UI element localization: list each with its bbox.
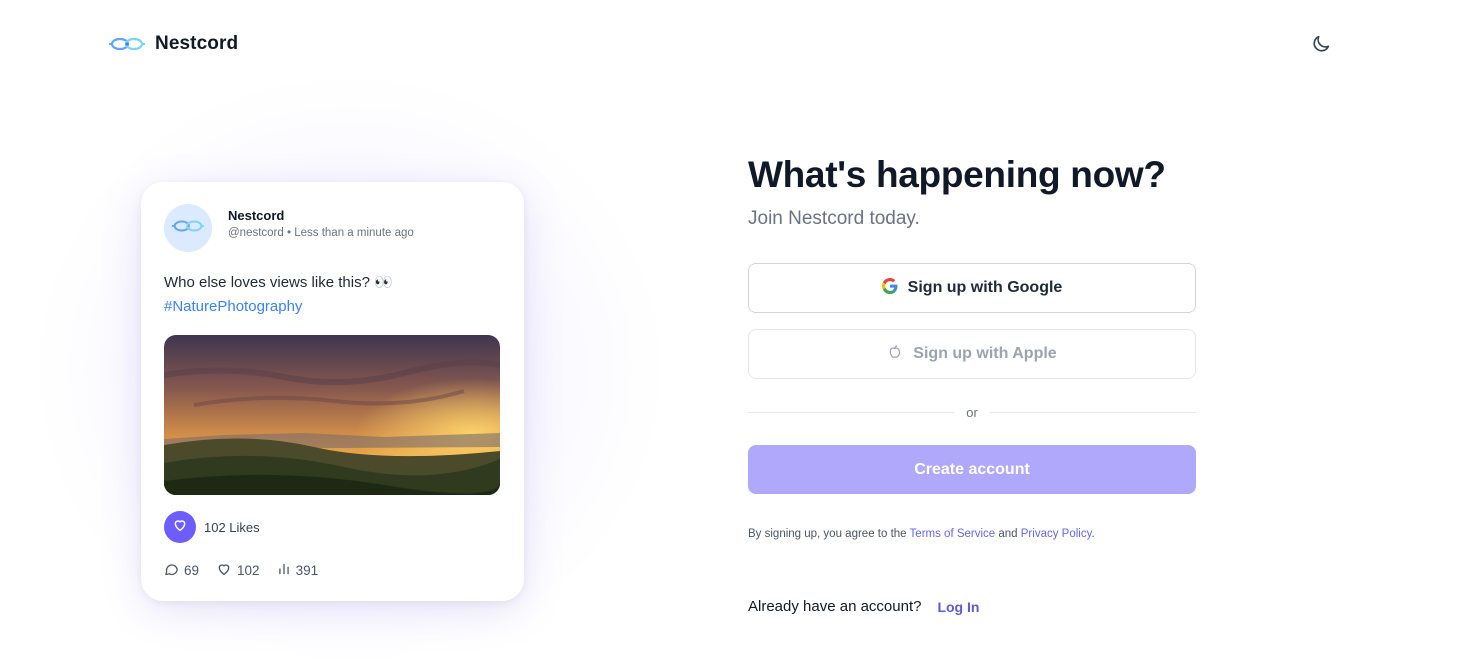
author-handle: @nestcord bbox=[228, 227, 284, 239]
chain-link-logo-icon bbox=[108, 32, 146, 56]
divider-line-left bbox=[748, 412, 955, 413]
theme-toggle-button[interactable] bbox=[1310, 33, 1332, 55]
post-card: Nestcord @nestcord • Less than a minute … bbox=[141, 182, 524, 601]
or-divider: or bbox=[748, 405, 1196, 420]
login-prompt: Already have an account? bbox=[748, 598, 922, 615]
meta-separator: • bbox=[287, 227, 292, 239]
google-icon bbox=[881, 277, 898, 299]
heart-outline-icon bbox=[216, 561, 232, 580]
brand-name: Nestcord bbox=[155, 33, 239, 54]
likes-row: 102 Likes bbox=[164, 511, 501, 543]
terms-notice: By signing up, you agree to the Terms of… bbox=[748, 528, 1196, 540]
author-meta: @nestcord • Less than a minute ago bbox=[228, 227, 414, 239]
likes-count-label: 102 Likes bbox=[204, 519, 260, 535]
views-count: 391 bbox=[295, 563, 319, 578]
signup-panel: What's happening now? Join Nestcord toda… bbox=[748, 154, 1196, 615]
avatar[interactable] bbox=[164, 204, 212, 252]
author-name[interactable]: Nestcord bbox=[228, 208, 414, 223]
apple-icon bbox=[887, 344, 903, 365]
google-button-label: Sign up with Google bbox=[907, 279, 1063, 296]
like-button[interactable] bbox=[164, 511, 196, 543]
post-author: Nestcord @nestcord • Less than a minute … bbox=[228, 208, 414, 239]
divider-text: or bbox=[966, 405, 978, 420]
post-image-sunset-hills[interactable] bbox=[164, 335, 500, 495]
chain-link-avatar-icon bbox=[171, 215, 205, 242]
terms-suffix: . bbox=[1091, 528, 1095, 540]
views-stat[interactable]: 391 bbox=[277, 562, 319, 579]
hashtag-link[interactable]: #NaturePhotography bbox=[164, 295, 501, 319]
comments-stat[interactable]: 69 bbox=[164, 562, 199, 580]
post-header: Nestcord @nestcord • Less than a minute … bbox=[164, 204, 501, 252]
create-account-button[interactable]: Create account bbox=[748, 445, 1196, 494]
login-row: Already have an account? Log In bbox=[748, 598, 1196, 615]
brand-logo[interactable]: Nestcord bbox=[108, 32, 238, 56]
post-time: Less than a minute ago bbox=[294, 227, 414, 239]
apple-button-label: Sign up with Apple bbox=[913, 345, 1057, 362]
page-title: What's happening now? bbox=[748, 154, 1166, 195]
comments-count: 69 bbox=[184, 563, 200, 578]
likes-stat[interactable]: 102 bbox=[216, 561, 260, 580]
post-body: Who else loves views like this? 👀 #Natur… bbox=[164, 271, 501, 319]
post-stats: 69 102 391 bbox=[164, 561, 501, 580]
page-subtitle: Join Nestcord today. bbox=[748, 208, 920, 229]
likes-count: 102 bbox=[237, 563, 260, 578]
signup-apple-button[interactable]: Sign up with Apple bbox=[748, 329, 1196, 379]
create-account-label: Create account bbox=[914, 460, 1030, 478]
bar-chart-icon bbox=[277, 562, 291, 579]
comment-icon bbox=[164, 562, 179, 580]
terms-of-service-link[interactable]: Terms of Service bbox=[910, 528, 996, 540]
moon-icon bbox=[1310, 35, 1332, 59]
signup-google-button[interactable]: Sign up with Google bbox=[748, 263, 1196, 313]
terms-and: and bbox=[995, 528, 1021, 540]
login-link[interactable]: Log In bbox=[937, 599, 979, 615]
page: Nestcord Nestcord @nestcord • Less than … bbox=[0, 0, 1470, 668]
post-text: Who else loves views like this? 👀 bbox=[164, 274, 393, 291]
privacy-policy-link[interactable]: Privacy Policy bbox=[1021, 528, 1092, 540]
divider-line-right bbox=[989, 412, 1196, 413]
heart-icon bbox=[172, 517, 188, 538]
terms-prefix: By signing up, you agree to the bbox=[748, 528, 910, 540]
